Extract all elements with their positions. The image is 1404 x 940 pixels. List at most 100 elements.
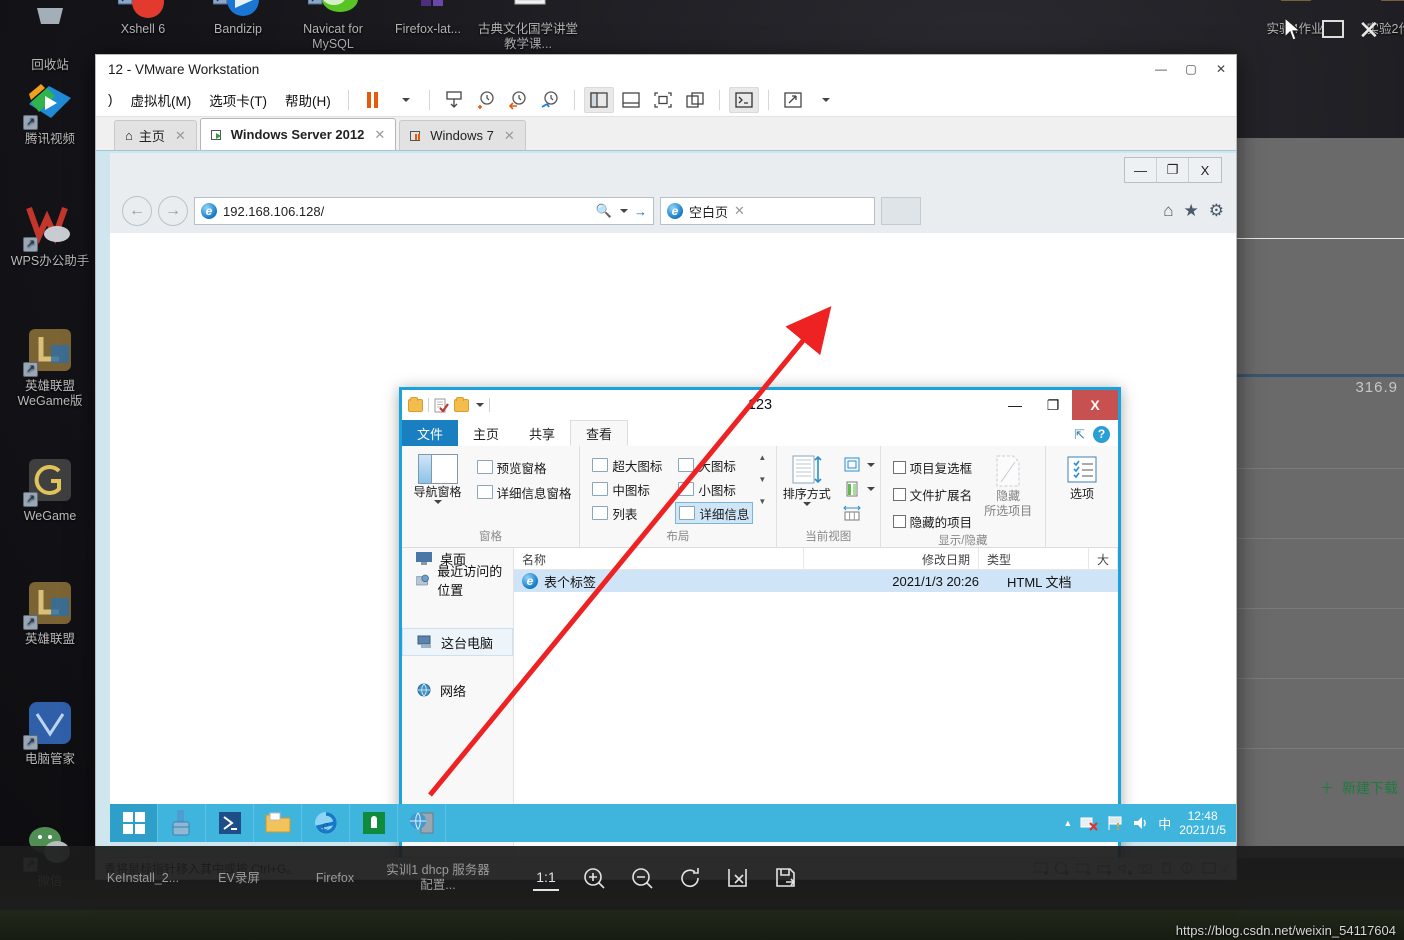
vmware-maximize-button[interactable]: ▢: [1176, 55, 1206, 83]
show-library-icon[interactable]: [583, 86, 614, 113]
taskbar-network-tool[interactable]: [398, 804, 446, 842]
desktop-icon-xshell[interactable]: Xshell 6: [95, 0, 191, 37]
size-all-columns-button[interactable]: [840, 502, 878, 524]
file-explorer-window[interactable]: 123 — ❐ X 文件 主页 共享 查看 ⇱ ? 导航窗格 预览窗格 详细信息…: [399, 387, 1121, 857]
table-row[interactable]: e 表个标签 2021/1/3 20:26 HTML 文档: [513, 570, 1118, 592]
hide-selected-items-button[interactable]: 隐藏 所选项目: [980, 452, 1036, 518]
small-icons-button[interactable]: 小图标: [675, 478, 753, 500]
tab-windows-server-2012[interactable]: Windows Server 2012 ✕: [199, 118, 397, 150]
ie-command-bar[interactable]: ⌂ ★ ⚙: [1163, 201, 1224, 221]
vmware-workstation-window[interactable]: 12 - VMware Workstation — ▢ ✕ ) 虚拟机(M) 选…: [95, 54, 1237, 880]
rotate-icon[interactable]: [677, 865, 703, 891]
vmware-menubar[interactable]: ) 虚拟机(M) 选项卡(T) 帮助(H): [96, 83, 1236, 117]
zoom-out-icon[interactable]: [629, 865, 655, 891]
tab-windows-7[interactable]: Windows 7 ✕: [399, 120, 526, 150]
ribbon-tabstrip[interactable]: 文件 主页 共享 查看 ⇱ ?: [402, 420, 1118, 446]
taskbar-file-explorer[interactable]: [254, 804, 302, 842]
favorites-star-icon[interactable]: ★: [1184, 201, 1199, 221]
file-list-column-headers[interactable]: 名称 修改日期 类型 大小: [513, 548, 1118, 570]
address-bar[interactable]: e 192.168.106.128/ 🔍 →: [194, 197, 654, 225]
guest-taskbar[interactable]: e ▲ 中 12:48 2021/1/5: [110, 804, 1236, 842]
host-taskbar[interactable]: KeInstall_2... EV录屏 Firefox 实训1 dhcp 服务器…: [0, 846, 1404, 910]
ie-tab-close-icon[interactable]: ✕: [734, 203, 745, 219]
details-view-button[interactable]: 详细信息: [675, 502, 754, 524]
explorer-minimize-button[interactable]: —: [996, 390, 1034, 420]
address-input[interactable]: 192.168.106.128/: [223, 204, 590, 219]
file-name-extensions-checkbox[interactable]: [892, 487, 906, 501]
action-center-icon[interactable]: [1106, 815, 1124, 831]
ie-navigation-bar[interactable]: ← → e 192.168.106.128/ 🔍 → e 空白页 ✕ ⌂ ★ ⚙: [110, 189, 1236, 233]
zoom-in-icon[interactable]: [581, 865, 607, 891]
ribbon[interactable]: 导航窗格 预览窗格 详细信息窗格 窗格 超大图标 大图标 中图标 小图标 列表 …: [402, 446, 1118, 548]
pin-ribbon-icon[interactable]: ⇱: [1074, 427, 1085, 443]
ie-window-controls[interactable]: — ❐ X: [1124, 157, 1222, 183]
explorer-window-controls[interactable]: — ❐ X: [996, 390, 1118, 420]
desktop-icon-pc-manager[interactable]: ↗ 电脑管家: [2, 698, 98, 767]
navigation-pane-button[interactable]: 导航窗格: [407, 452, 469, 504]
vmware-window-controls[interactable]: — ▢ ✕: [1146, 55, 1236, 83]
ribbon-tab-view[interactable]: 查看: [570, 420, 629, 446]
hidden-items-checkbox[interactable]: [892, 514, 906, 528]
explorer-close-button[interactable]: X: [1072, 390, 1118, 420]
toolbar-dropdown-icon[interactable]: [390, 87, 420, 113]
nav-item-this-pc[interactable]: 这台电脑: [402, 628, 513, 656]
pause-vm-icon[interactable]: [358, 87, 388, 113]
help-icon[interactable]: ?: [1093, 426, 1110, 443]
forward-arrow-icon[interactable]: →: [158, 196, 188, 226]
desktop-icon-navicat[interactable]: Navicat for MySQL: [285, 0, 381, 52]
item-checkboxes-option[interactable]: 项目复选框: [890, 456, 976, 478]
full-screen-icon[interactable]: [648, 87, 678, 113]
desktop-icon-lol[interactable]: ↗ 英雄联盟: [2, 578, 98, 647]
list-view-button[interactable]: 列表: [589, 502, 665, 524]
layout-scroll-down-icon[interactable]: ▼: [758, 476, 766, 484]
start-button[interactable]: [110, 804, 158, 842]
group-by-dropdown-icon[interactable]: [866, 463, 875, 467]
console-icon[interactable]: [728, 86, 759, 113]
folder-options-button[interactable]: 选项: [1051, 452, 1113, 501]
vmware-close-button[interactable]: ✕: [1206, 55, 1236, 83]
layout-scroll-up-icon[interactable]: ▲: [758, 454, 766, 462]
stretch-guest-icon[interactable]: [778, 87, 808, 113]
column-header-type[interactable]: 类型: [979, 548, 1089, 569]
manage-snapshot-icon[interactable]: [439, 87, 469, 113]
ribbon-tab-home[interactable]: 主页: [458, 420, 514, 446]
menu-item-help[interactable]: 帮助(H): [277, 86, 339, 114]
vmware-minimize-button[interactable]: —: [1146, 55, 1176, 83]
nav-item-recent-places[interactable]: 最近访问的位置: [402, 564, 513, 598]
add-columns-button[interactable]: [840, 478, 878, 500]
desktop-icon-guoxue-folder[interactable]: 古典文化国学讲堂教学课...: [473, 0, 583, 52]
desktop-icon-bandizip[interactable]: Bandizip: [190, 0, 286, 37]
network-error-icon[interactable]: [1080, 815, 1099, 831]
nav-item-network[interactable]: 网络: [402, 676, 513, 704]
sort-by-button[interactable]: 排序方式: [779, 452, 835, 506]
layout-gallery-scroll[interactable]: ▲ ▼ ▼: [758, 452, 766, 508]
add-columns-dropdown-icon[interactable]: [866, 487, 875, 491]
taskbar-clock[interactable]: 12:48 2021/1/5: [1179, 809, 1226, 837]
extra-large-icons-button[interactable]: 超大图标: [589, 454, 665, 476]
menu-item-tabs[interactable]: 选项卡(T): [201, 86, 275, 114]
details-pane-button[interactable]: 详细信息窗格: [474, 481, 575, 503]
ie-browser-tab[interactable]: e 空白页 ✕: [660, 197, 875, 225]
column-header-date[interactable]: 修改日期: [804, 548, 979, 569]
taskbar-item-ev-recorder[interactable]: EV录屏: [191, 871, 287, 886]
taskbar-powershell[interactable]: [206, 804, 254, 842]
take-snapshot-icon[interactable]: [471, 87, 501, 113]
preview-pane-button[interactable]: 预览窗格: [474, 456, 575, 478]
go-arrow-icon[interactable]: →: [634, 204, 647, 219]
screenshot-toolbar[interactable]: 1:1: [533, 865, 799, 891]
taskbar-item-dhcp-doc[interactable]: 实训1 dhcp 服务器配置...: [383, 863, 493, 893]
revert-snapshot-icon[interactable]: [503, 87, 533, 113]
tab-close-icon[interactable]: ✕: [500, 128, 515, 144]
large-icons-button[interactable]: 大图标: [675, 454, 753, 476]
background-download-manager[interactable]: 316.9 ＋ 新建下载: [1237, 138, 1404, 858]
ribbon-tab-file[interactable]: 文件: [402, 420, 459, 446]
home-icon[interactable]: ⌂: [1163, 201, 1173, 221]
menu-item-0[interactable]: ): [100, 88, 121, 111]
menu-item-vm[interactable]: 虚拟机(M): [123, 86, 200, 114]
desktop-icon-lol-wegame[interactable]: ↗ 英雄联盟WeGame版: [2, 325, 98, 409]
layout-expand-icon[interactable]: ▼: [758, 498, 766, 506]
ie-restore-button[interactable]: ❐: [1157, 158, 1189, 182]
stretch-dropdown-icon[interactable]: [810, 87, 840, 113]
taskbar-internet-explorer[interactable]: e: [302, 804, 350, 842]
medium-icons-button[interactable]: 中图标: [589, 478, 665, 500]
